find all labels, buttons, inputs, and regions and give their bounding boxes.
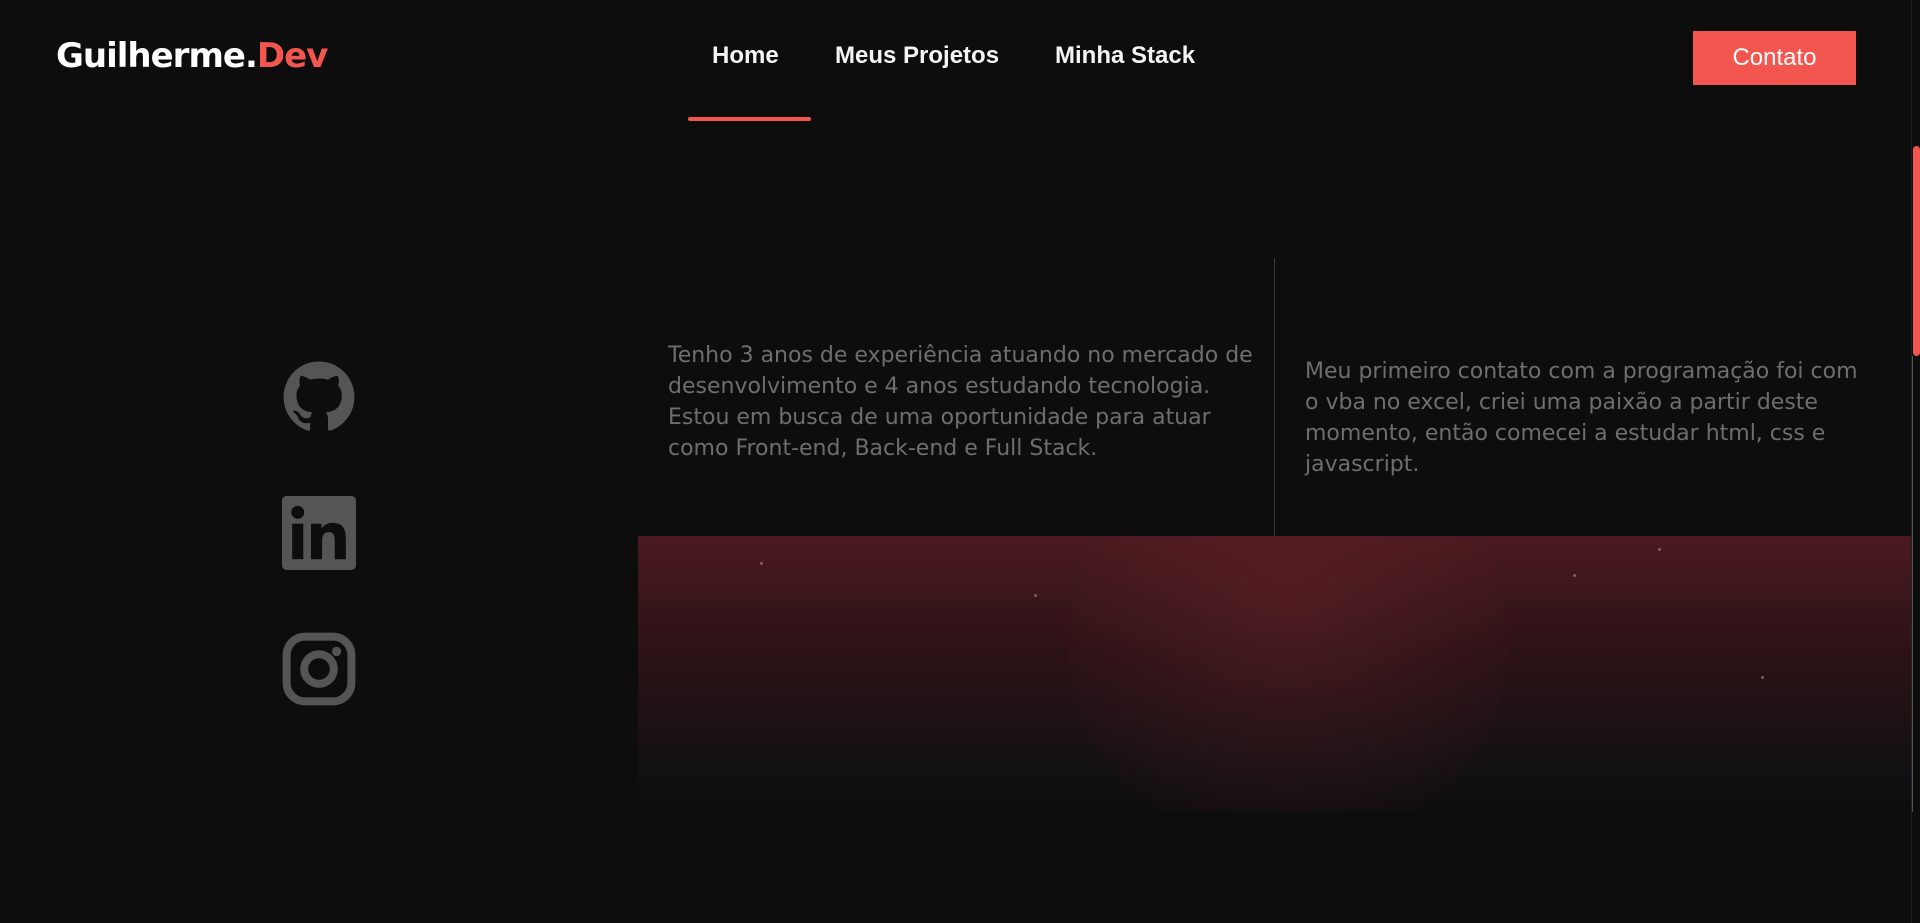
github-icon <box>283 361 355 431</box>
about-paragraph-experience: Tenho 3 anos de experiência atuando no m… <box>668 343 1253 461</box>
page: Guilherme.Dev Home Meus Projetos Minha S… <box>0 0 1911 923</box>
brand-name: Guilherme. <box>56 36 258 76</box>
banner-star <box>1573 574 1576 577</box>
top-navbar: Guilherme.Dev Home Meus Projetos Minha S… <box>0 0 1911 121</box>
contato-button[interactable]: Contato <box>1693 31 1856 85</box>
linkedin-link[interactable] <box>282 496 356 570</box>
banner-planet <box>1068 536 1508 811</box>
banner-star <box>760 562 763 565</box>
active-nav-indicator <box>688 117 811 121</box>
nav-link-home[interactable]: Home <box>712 42 779 70</box>
nav-link-minha-stack[interactable]: Minha Stack <box>1055 42 1195 70</box>
linkedin-icon <box>282 496 356 570</box>
scrollbar-thumb[interactable] <box>1913 146 1920 356</box>
banner-star <box>1034 594 1037 597</box>
banner-star <box>1761 676 1764 679</box>
instagram-link[interactable] <box>282 632 356 706</box>
hero-banner-image <box>638 536 1911 811</box>
scroll-progress-line <box>1912 356 1913 812</box>
brand-logo[interactable]: Guilherme.Dev <box>56 36 328 76</box>
nav-link-meus-projetos[interactable]: Meus Projetos <box>835 42 999 70</box>
banner-star <box>1658 548 1661 551</box>
github-link[interactable] <box>282 360 356 434</box>
instagram-icon <box>282 632 356 706</box>
column-divider <box>1274 258 1275 536</box>
about-paragraph-first-contact: Meu primeiro contato com a programação f… <box>1305 359 1858 477</box>
brand-accent: Dev <box>256 36 328 76</box>
